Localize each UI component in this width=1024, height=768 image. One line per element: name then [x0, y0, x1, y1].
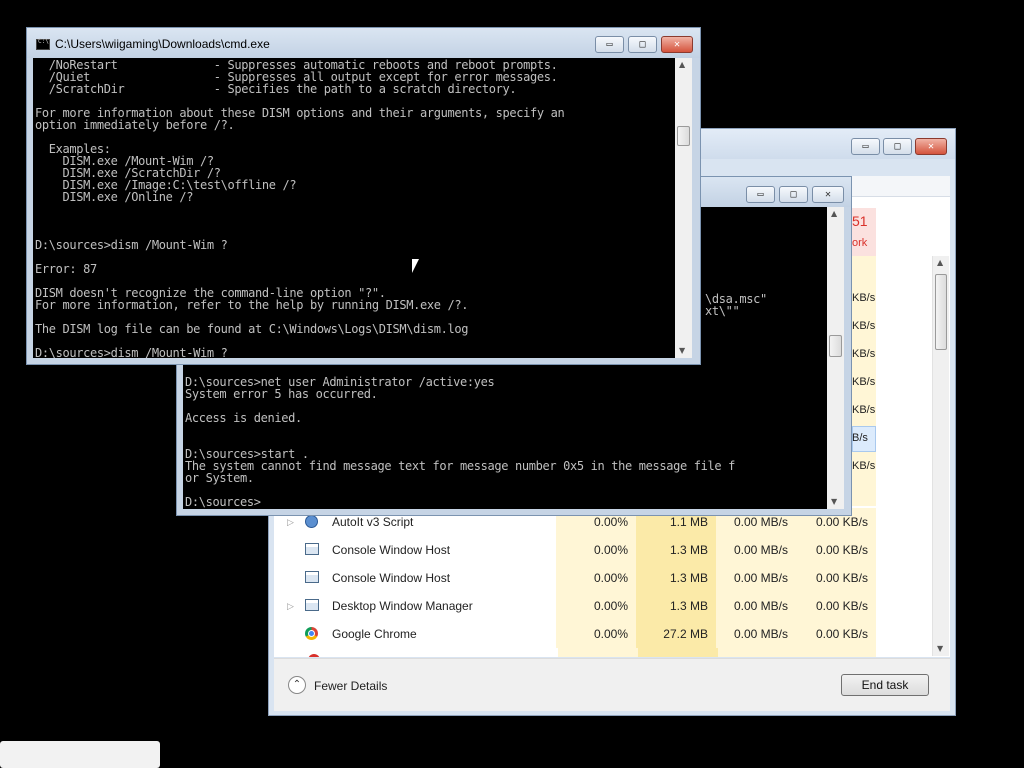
- close-button[interactable]: ✕: [915, 138, 947, 155]
- network-cell: KB/s: [852, 292, 876, 304]
- network-cell: KB/s: [852, 404, 876, 416]
- process-name: Desktop Window Manager: [332, 599, 473, 613]
- network-cell: KB/s: [852, 320, 876, 332]
- process-name: Console Window Host: [332, 543, 451, 557]
- cmd-front-scrollbar[interactable]: ▲ ▼: [675, 58, 692, 358]
- cmd-app-icon: [36, 38, 50, 50]
- console-window-icon: [305, 543, 319, 555]
- process-rows: ▷ AutoIt v3 Script 0.00% 1.1 MB 0.00 MB/…: [274, 508, 876, 648]
- chevron-up-icon[interactable]: ⌃: [288, 676, 306, 694]
- scroll-thumb[interactable]: [677, 126, 690, 146]
- disk-cell: 0.00 MB/s: [716, 592, 796, 620]
- scroll-up-icon[interactable]: ▲: [831, 209, 837, 218]
- scroll-thumb[interactable]: [829, 335, 842, 357]
- cpu-cell: 0.00%: [556, 620, 636, 648]
- network-cell: 0.00 KB/s: [796, 564, 876, 592]
- window-title: C:\Users\wiigaming\Downloads\cmd.exe: [55, 37, 270, 51]
- network-cell: 0.00 KB/s: [796, 620, 876, 648]
- network-header-label: ork: [852, 237, 868, 249]
- maximize-button[interactable]: □: [779, 186, 808, 203]
- scroll-thumb[interactable]: [935, 274, 947, 350]
- table-row[interactable]: Console Window Host 0.00% 1.3 MB 0.00 MB…: [274, 536, 876, 564]
- memory-cell: 1.3 MB: [636, 564, 716, 592]
- process-name: Console Window Host: [332, 571, 451, 585]
- memory-cell: 27.2 MB: [636, 620, 716, 648]
- cpu-cell: 0.00%: [556, 564, 636, 592]
- minimize-button[interactable]: ▭: [595, 36, 624, 53]
- process-name: Google Chrome: [332, 627, 417, 641]
- console-output: /NoRestart - Suppresses automatic reboot…: [35, 58, 565, 358]
- cmd-front-console[interactable]: /NoRestart - Suppresses automatic reboot…: [33, 58, 675, 358]
- network-cell: KB/s: [852, 348, 876, 360]
- close-button[interactable]: ✕: [812, 186, 844, 203]
- scroll-down-icon[interactable]: ▼: [679, 346, 685, 355]
- cmd-window-front: C:\Users\wiigaming\Downloads\cmd.exe ▭ □…: [26, 27, 701, 365]
- minimize-button[interactable]: ▭: [851, 138, 880, 155]
- end-task-button[interactable]: End task: [841, 674, 929, 696]
- memory-cell: 1.3 MB: [636, 592, 716, 620]
- scroll-down-icon[interactable]: ▼: [937, 644, 943, 653]
- network-cell: 0.00 KB/s: [796, 592, 876, 620]
- memory-cell: 1.3 MB: [636, 536, 716, 564]
- table-row[interactable]: Google Chrome 0.00% 27.2 MB 0.00 MB/s 0.…: [274, 620, 876, 648]
- maximize-button[interactable]: □: [628, 36, 657, 53]
- table-row-partial: [276, 648, 876, 657]
- table-row[interactable]: Console Window Host 0.00% 1.3 MB 0.00 MB…: [274, 564, 876, 592]
- scroll-up-icon[interactable]: ▲: [679, 60, 685, 69]
- minimize-button[interactable]: ▭: [746, 186, 775, 203]
- process-list-scrollbar[interactable]: ▲ ▼: [932, 256, 949, 656]
- cmd-back-scrollbar[interactable]: ▲ ▼: [827, 207, 844, 509]
- table-row[interactable]: ▷ Desktop Window Manager 0.00% 1.3 MB 0.…: [274, 592, 876, 620]
- close-button[interactable]: ✕: [661, 36, 693, 53]
- cpu-cell: 0.00%: [556, 592, 636, 620]
- network-cell: B/s: [852, 432, 868, 444]
- disk-cell: 0.00 MB/s: [716, 536, 796, 564]
- fewer-details-link[interactable]: Fewer Details: [314, 679, 387, 693]
- disk-cell: 0.00 MB/s: [716, 564, 796, 592]
- autoit-icon: [305, 515, 318, 528]
- network-cell: KB/s: [852, 460, 876, 472]
- console-output: D:\sources>net user Administrator /activ…: [185, 375, 735, 509]
- console-window-icon: [305, 571, 319, 583]
- desktop-window-manager-icon: [305, 599, 319, 611]
- scroll-down-icon[interactable]: ▼: [831, 497, 837, 506]
- scroll-up-icon[interactable]: ▲: [937, 258, 943, 267]
- expand-chevron-icon[interactable]: ▷: [287, 592, 297, 620]
- network-cell: 0.00 KB/s: [796, 536, 876, 564]
- chrome-icon: [305, 627, 318, 640]
- console-peek-line: xt\"": [705, 304, 740, 318]
- maximize-button[interactable]: □: [883, 138, 912, 155]
- mouse-pointer-icon: [411, 258, 420, 275]
- network-cell: KB/s: [852, 376, 876, 388]
- network-header-value: 51: [852, 213, 868, 229]
- disk-cell: 0.00 MB/s: [716, 620, 796, 648]
- taskbar-fragment: [0, 741, 160, 768]
- cpu-cell: 0.00%: [556, 536, 636, 564]
